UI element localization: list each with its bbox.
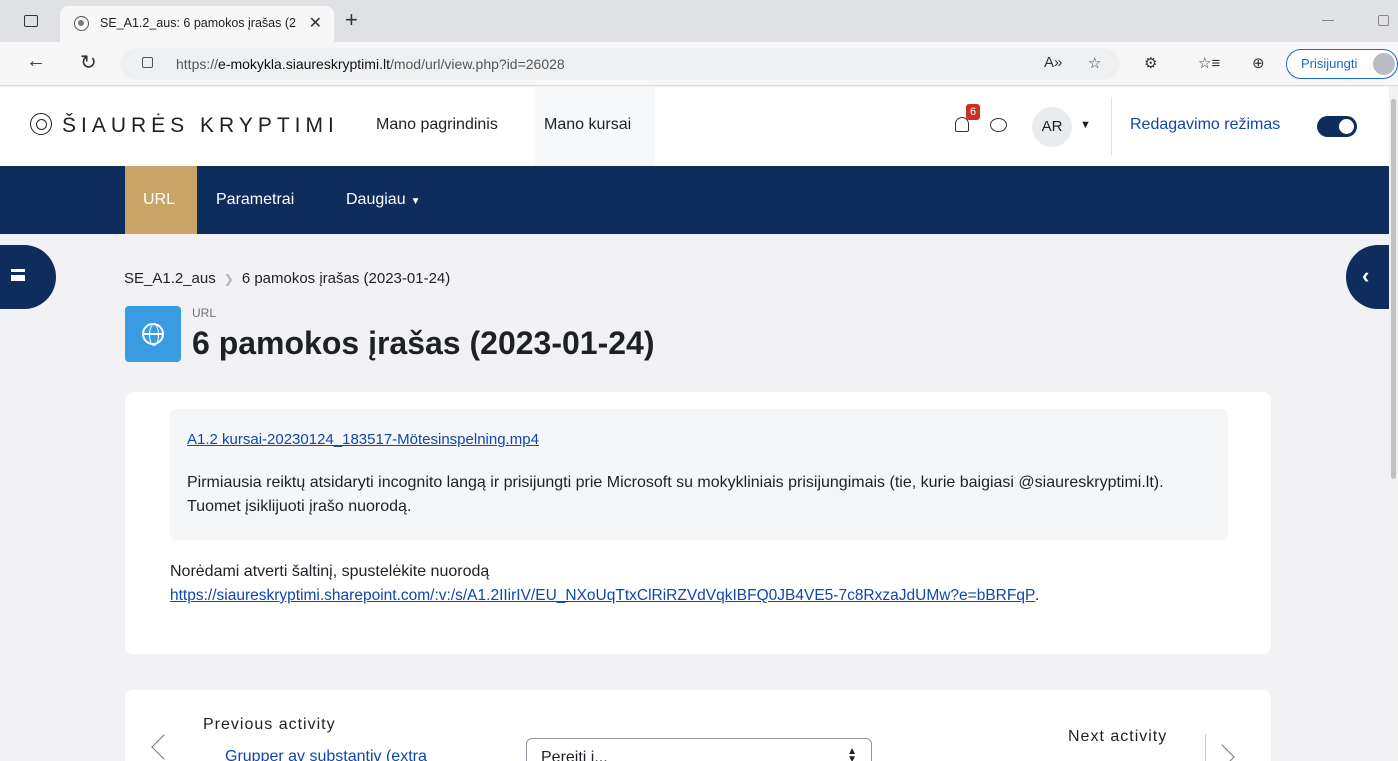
nav-link-dashboard[interactable]: Mano pagrindinis [376,116,498,134]
page-title: 6 pamokos įrašas (2023-01-24) [192,325,655,361]
logo-icon[interactable] [30,113,52,135]
messages-icon[interactable] [990,118,1007,132]
breadcrumb-course-link[interactable]: SE_A1.2_aus [124,270,216,287]
chevron-down-icon: ▼ [410,196,421,207]
page-scrollbar[interactable] [1389,87,1398,761]
site-logo[interactable]: ŠIAURĖS KRYPTIMI [62,114,339,138]
jump-to-placeholder: Pereiti į... [541,749,608,761]
select-arrows-icon: ▲ ▼ [847,746,857,761]
site-favicon-icon [74,16,89,31]
profile-avatar-icon [1373,53,1395,75]
open-resource-instruction: Norėdami atverti šaltinį, spustelėkite n… [170,563,490,580]
url-field[interactable]: https://e-mokykla.siaureskryptimi.lt/mod… [120,48,1120,80]
signin-label: Prisijungti [1301,56,1358,71]
next-activity-label: Next activity [1068,728,1168,745]
previous-activity-link[interactable]: Grupper av substantiv (extra [225,748,427,761]
breadcrumb: SE_A1.2_aus ❯ 6 pamokos įrašas (2023-01-24… [124,270,450,287]
scrollbar-thumb[interactable] [1391,99,1396,479]
jump-to-select[interactable]: Pereiti į... ▲ ▼ [526,738,872,761]
globe-icon [142,323,164,346]
lock-icon[interactable] [142,57,153,68]
site-header: ŠIAURĖS KRYPTIMI Mano pagrindinis Mano k… [0,87,1398,166]
resource-url-link[interactable]: https://siaureskryptimi.sharepoint.com/:… [170,587,1035,605]
tab-title: SE_A1.2_aus: 6 pamokos įrašas (2 [100,16,296,30]
tab-more[interactable]: Daugiau ▼ [346,166,421,234]
url-text: https://e-mokykla.siaureskryptimi.lt/mod… [176,56,565,72]
chevron-right-icon[interactable] [1209,744,1235,761]
header-divider [1111,97,1112,155]
tab-actions-icon[interactable] [24,15,38,27]
tab-url[interactable]: URL [125,166,197,234]
add-favorite-icon[interactable]: ☆ [1088,54,1101,72]
extensions-icon[interactable]: ⚙ [1144,54,1157,72]
browser-tab[interactable]: SE_A1.2_aus: 6 pamokos įrašas (2 ✕ [60,6,334,42]
minimize-window-icon[interactable] [1322,20,1334,21]
activity-navigation: Previous activity Grupper av substantiv … [125,690,1271,761]
activity-description-text: Pirmiausia reiktų atsidaryti incognito l… [187,474,1164,515]
activity-type-label: URL [192,306,217,320]
read-aloud-icon[interactable]: A» [1044,54,1062,71]
url-activity-icon [125,306,181,362]
chevron-left-icon: ‹ [1362,263,1370,288]
reload-icon[interactable]: ↻ [80,50,97,75]
browser-tab-bar: SE_A1.2_aus: 6 pamokos įrašas (2 ✕ + [0,0,1398,42]
favorites-icon[interactable]: ☆≡ [1198,54,1220,72]
activity-description: A1.2 kursai-20230124_183517-Mötesinspeln… [170,409,1228,540]
maximize-window-icon[interactable] [1378,15,1389,26]
tab-settings[interactable]: Parametrai [216,166,294,234]
edit-mode-toggle[interactable] [1317,116,1357,137]
video-file-link[interactable]: A1.2 kursai-20230124_183517-Mötesinspeln… [187,431,539,448]
next-divider [1205,734,1206,761]
breadcrumb-separator-icon: ❯ [223,272,234,286]
new-tab-icon[interactable]: + [345,7,358,33]
breadcrumb-current: 6 pamokos įrašas (2023-01-24) [241,270,451,287]
browser-address-bar: ← ↻ https://e-mokykla.siaureskryptimi.lt… [0,42,1398,86]
nav-link-my-courses[interactable]: Mano kursai [544,116,631,134]
browser-signin-button[interactable]: Prisijungti [1286,49,1398,79]
tab-more-label: Daugiau [346,191,406,208]
collections-icon[interactable]: ⊕ [1252,54,1265,72]
edit-mode-label: Redagavimo režimas [1130,116,1281,133]
back-arrow-icon[interactable]: ← [26,50,46,73]
notification-count-badge: 6 [966,104,980,120]
activity-content-card: A1.2 kursai-20230124_183517-Mötesinspeln… [125,392,1271,654]
chevron-down-icon[interactable]: ▼ [1080,119,1091,131]
period-text: . [1035,587,1040,604]
close-tab-icon[interactable]: ✕ [309,13,322,33]
course-index-toggle[interactable] [0,245,56,309]
secondary-navigation: URL Parametrai Daugiau ▼ [0,166,1398,234]
chevron-left-icon[interactable] [151,734,177,760]
list-icon [11,269,25,281]
previous-activity-label: Previous activity [203,716,336,733]
user-avatar[interactable]: AR [1032,107,1072,147]
